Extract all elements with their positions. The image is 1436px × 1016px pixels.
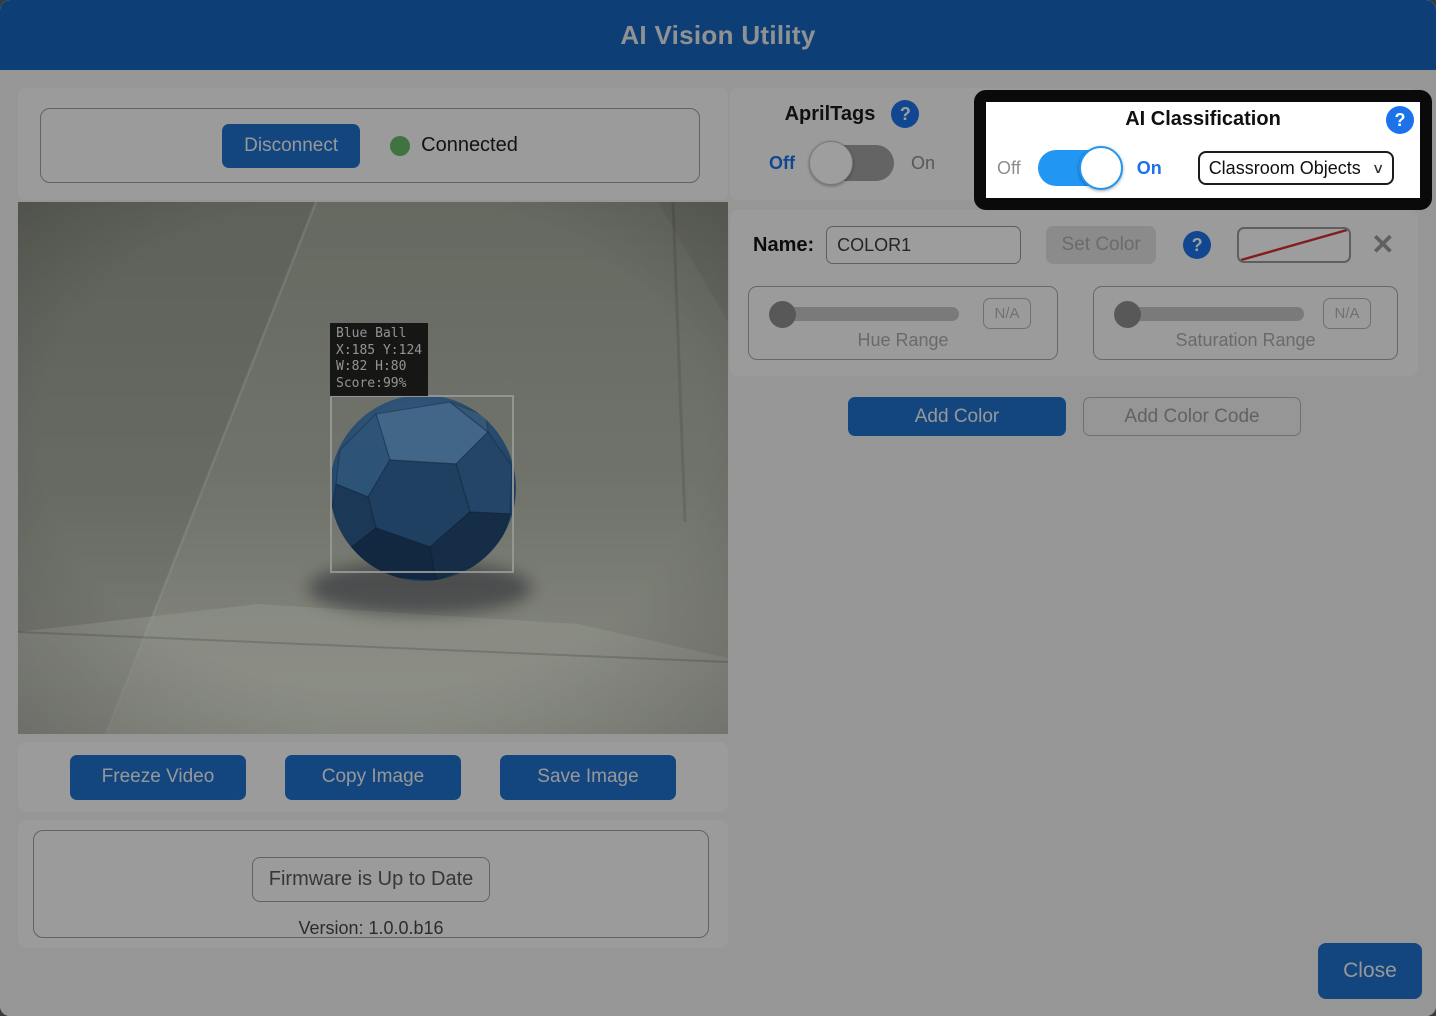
- saturation-slider-track[interactable]: [1126, 307, 1304, 321]
- saturation-range-label: Saturation Range: [1094, 330, 1397, 351]
- saturation-value-badge: N/A: [1323, 298, 1371, 329]
- video-buttons-panel: Freeze Video Copy Image Save Image: [18, 742, 728, 812]
- firmware-version-label: Version: 1.0.0.b16: [34, 918, 708, 939]
- saturation-slider-knob[interactable]: [1114, 301, 1141, 328]
- ai-classification-help-icon[interactable]: ?: [1386, 106, 1414, 134]
- detection-score: Score:99%: [336, 376, 422, 393]
- set-color-button[interactable]: Set Color: [1046, 226, 1156, 264]
- hue-slider-track[interactable]: [781, 307, 959, 321]
- connection-panel: Disconnect Connected: [18, 88, 728, 200]
- ai-classification-off-label: Off: [997, 158, 1021, 179]
- ai-classification-panel: AI Classification ? Off On Classroom Obj…: [974, 90, 1432, 210]
- apriltags-toggle-knob: [809, 141, 853, 185]
- apriltags-toggle-row: Off On: [730, 145, 974, 181]
- apriltags-help-icon[interactable]: ?: [891, 100, 919, 128]
- color-help-icon[interactable]: ?: [1183, 231, 1211, 259]
- empty-color-swatch: [1237, 227, 1351, 263]
- camera-feed: Blue Ball X:185 Y:124 W:82 H:80 Score:99…: [18, 202, 728, 734]
- title-bar: AI Vision Utility: [0, 0, 1436, 70]
- color-name-row: Name: Set Color ? ✕: [753, 226, 1402, 264]
- detection-bounding-box: [330, 395, 514, 573]
- firmware-group: Firmware is Up to Date Version: 1.0.0.b1…: [33, 830, 709, 938]
- color-config-panel: Name: Set Color ? ✕ N/A Hue Range N/A Sa…: [730, 210, 1418, 376]
- add-color-code-button[interactable]: Add Color Code: [1083, 397, 1301, 436]
- add-color-button[interactable]: Add Color: [848, 397, 1066, 436]
- remove-color-icon[interactable]: ✕: [1371, 231, 1394, 259]
- ai-classification-toggle-knob: [1079, 146, 1123, 190]
- hue-value-badge: N/A: [983, 298, 1031, 329]
- model-selected-value: Classroom Objects: [1209, 158, 1361, 179]
- ai-classification-controls: Off On Classroom Objects ∨: [997, 150, 1410, 186]
- detection-position: X:185 Y:124: [336, 343, 422, 360]
- detection-name: Blue Ball: [336, 326, 422, 343]
- apriltags-title: AprilTags: [785, 103, 876, 126]
- freeze-video-button[interactable]: Freeze Video: [70, 755, 246, 800]
- firmware-panel: Firmware is Up to Date Version: 1.0.0.b1…: [18, 820, 728, 948]
- copy-image-button[interactable]: Copy Image: [285, 755, 461, 800]
- connected-status-dot: [390, 136, 410, 156]
- detection-size: W:82 H:80: [336, 359, 422, 376]
- name-label: Name:: [753, 234, 814, 257]
- disconnect-button[interactable]: Disconnect: [222, 124, 360, 168]
- ai-classification-title: AI Classification: [986, 108, 1420, 131]
- apriltags-on-label: On: [911, 153, 935, 174]
- save-image-button[interactable]: Save Image: [500, 755, 676, 800]
- apriltags-toggle[interactable]: [812, 145, 894, 181]
- ai-vision-utility-window: AI Vision Utility Disconnect Connected: [0, 0, 1436, 1016]
- window-title: AI Vision Utility: [620, 20, 815, 51]
- hue-range-label: Hue Range: [749, 330, 1057, 351]
- detection-label: Blue Ball X:185 Y:124 W:82 H:80 Score:99…: [330, 323, 428, 396]
- close-button[interactable]: Close: [1318, 943, 1422, 999]
- saturation-range-group: N/A Saturation Range: [1093, 286, 1398, 360]
- model-select-dropdown[interactable]: Classroom Objects ∨: [1198, 151, 1394, 185]
- hue-slider-knob[interactable]: [769, 301, 796, 328]
- apriltags-off-label: Off: [769, 153, 795, 174]
- firmware-status-button[interactable]: Firmware is Up to Date: [252, 857, 490, 902]
- connection-status-label: Connected: [421, 134, 518, 157]
- hue-range-group: N/A Hue Range: [748, 286, 1058, 360]
- chevron-down-icon: ∨: [1372, 160, 1385, 177]
- apriltags-header: AprilTags ?: [730, 100, 974, 128]
- color-name-input[interactable]: [826, 226, 1021, 264]
- connection-group: Disconnect Connected: [40, 108, 700, 183]
- ai-classification-on-label: On: [1137, 158, 1162, 179]
- swatch-red-line: [1239, 229, 1349, 261]
- ai-classification-toggle[interactable]: [1038, 150, 1120, 186]
